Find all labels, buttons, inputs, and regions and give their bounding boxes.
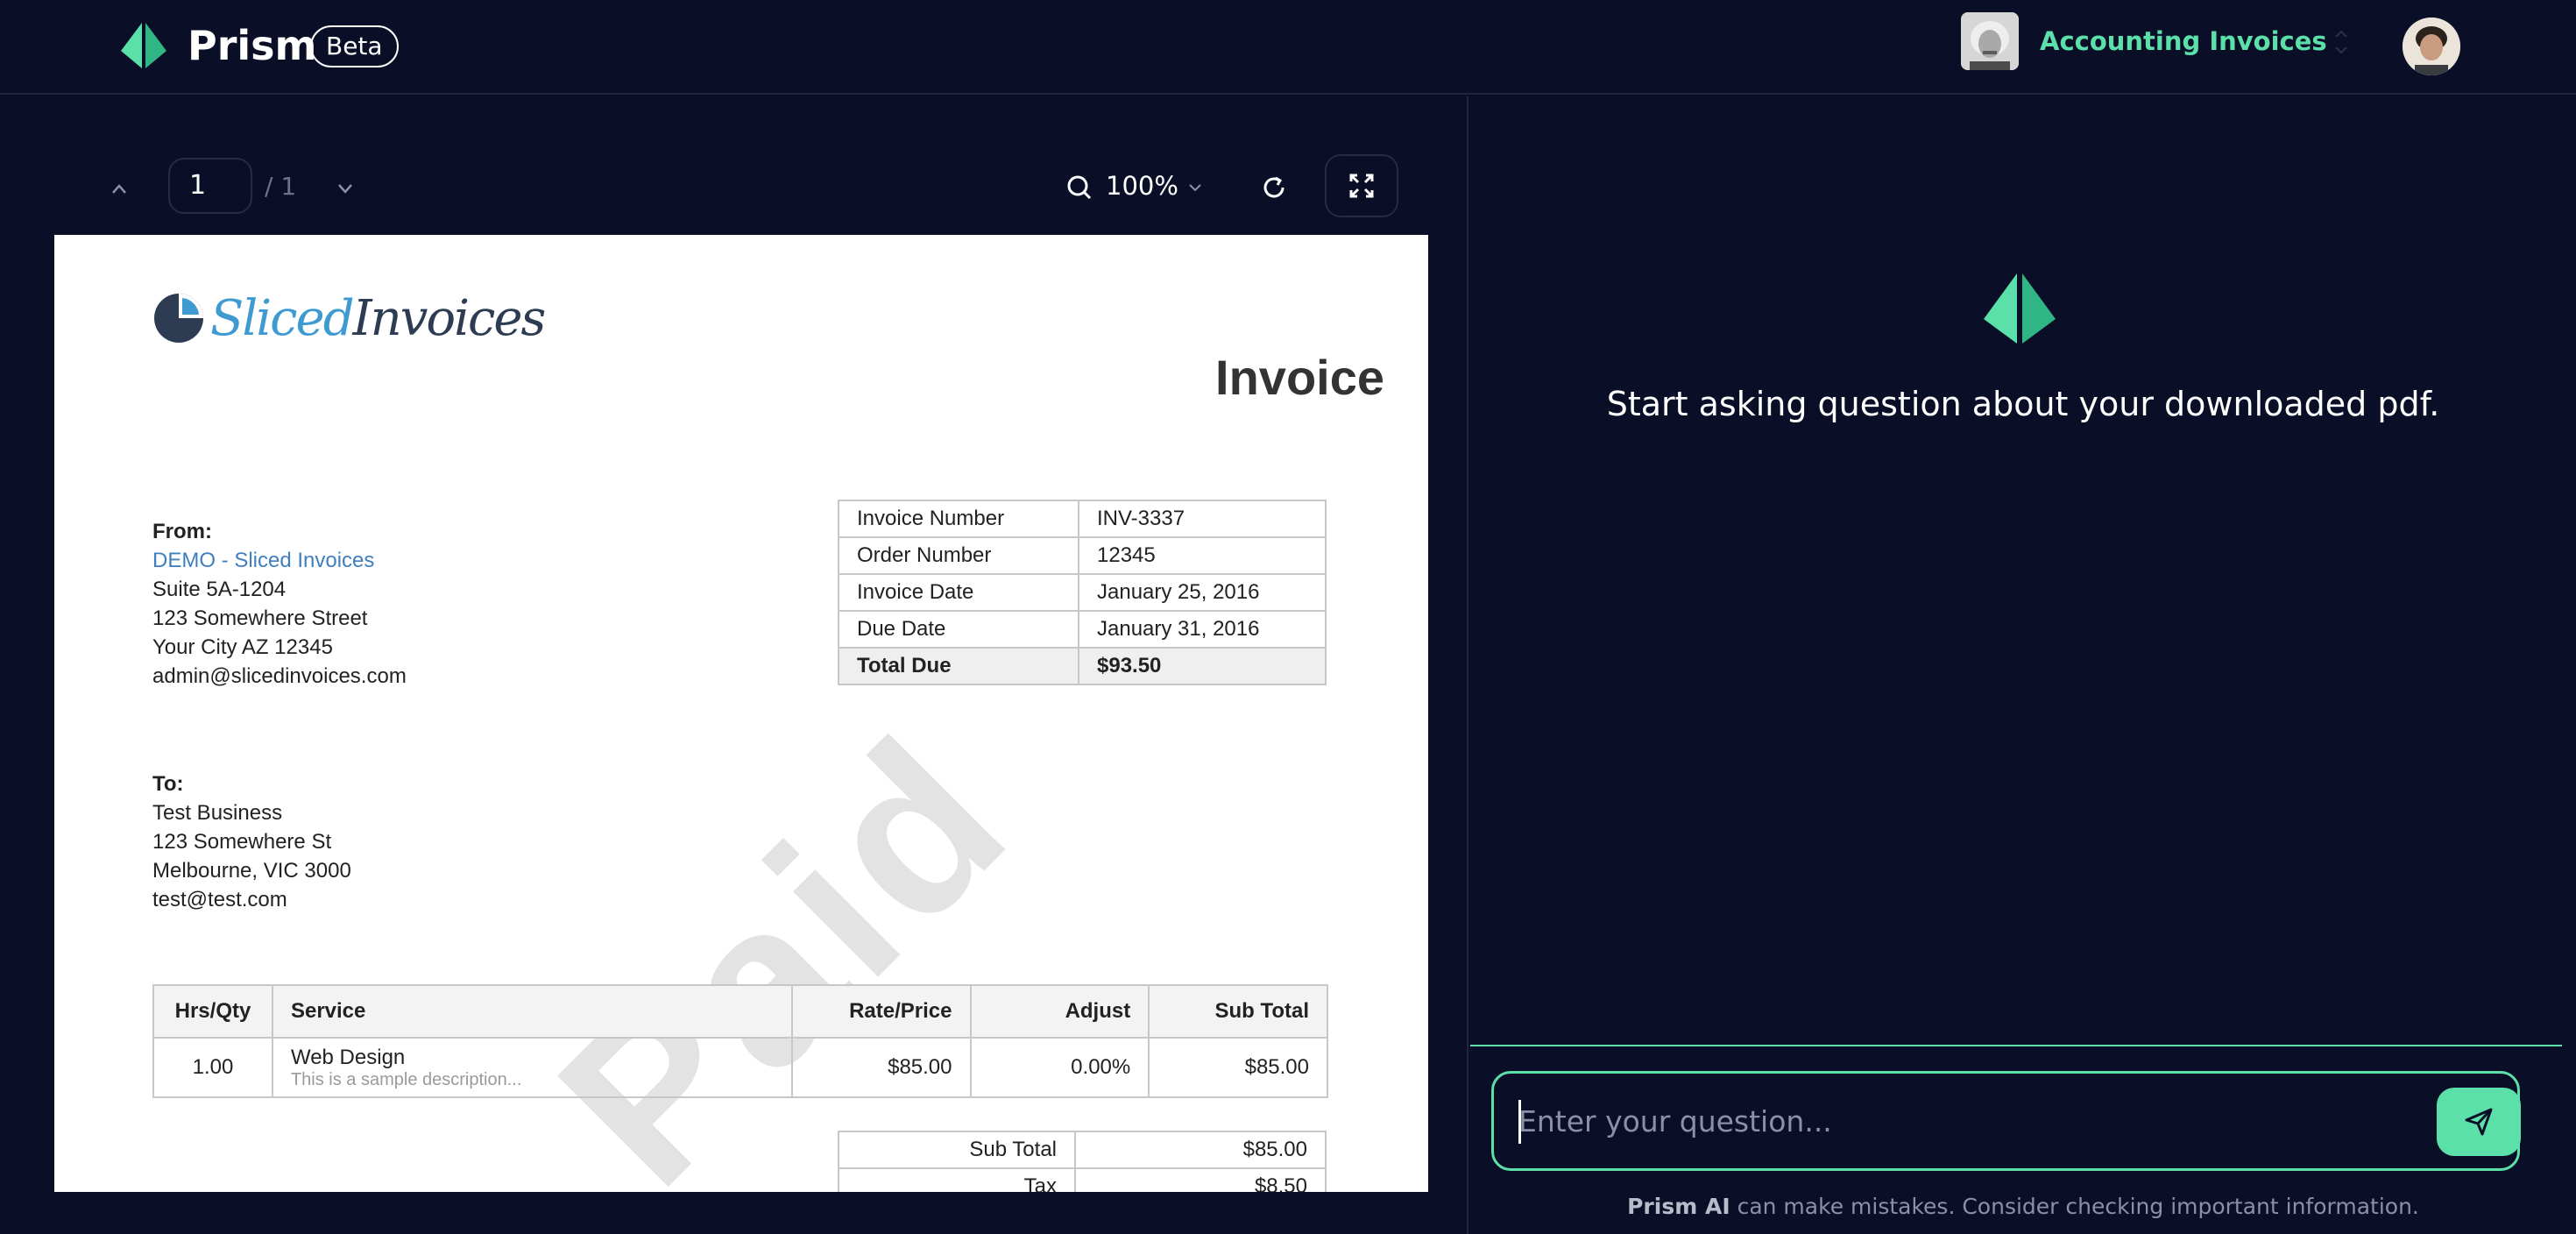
table-row: Order Number 12345 (838, 536, 1327, 575)
pie-logo-icon (154, 294, 203, 343)
item-rate: $85.00 (790, 1037, 972, 1098)
table-row: Invoice Number INV-3337 (838, 500, 1327, 538)
beta-badge: Beta (310, 25, 399, 67)
info-value: 12345 (1078, 536, 1327, 575)
from-label: From: (152, 520, 212, 543)
chat-divider (1470, 1045, 2562, 1046)
header-rate: Rate/Price (790, 984, 972, 1039)
document-title: Invoice (1215, 350, 1384, 405)
item-subtotal: $85.00 (1148, 1037, 1328, 1098)
table-row: Tax $8.50 (838, 1167, 1327, 1192)
info-label: Invoice Date (838, 573, 1079, 612)
next-page-chevron-down-icon[interactable] (329, 175, 361, 202)
totals-label: Sub Total (838, 1131, 1076, 1169)
from-company-link[interactable]: DEMO - Sliced Invoices (152, 546, 407, 575)
to-email: test@test.com (152, 888, 287, 911)
header-subtotal: Sub Total (1148, 984, 1328, 1039)
item-qty: 1.00 (152, 1037, 273, 1098)
totals-value: $8.50 (1074, 1167, 1327, 1192)
table-row: Due Date January 31, 2016 (838, 610, 1327, 649)
chat-input-container (1491, 1071, 2521, 1171)
disclaimer-text: Prism AI can make mistakes. Consider che… (1470, 1192, 2576, 1222)
zoom-chevron-down-icon[interactable] (1185, 177, 1206, 198)
chat-empty-prompt: Start asking question about your downloa… (1606, 385, 2440, 423)
line-items-table: Hrs/Qty Service Rate/Price Adjust Sub To… (152, 984, 1328, 1098)
from-line1: Suite 5A-1204 (152, 578, 287, 601)
question-input[interactable] (1518, 1096, 2377, 1145)
table-header-row: Hrs/Qty Service Rate/Price Adjust Sub To… (152, 984, 1328, 1039)
brand-name: Prism (188, 22, 317, 69)
info-label: Total Due (838, 647, 1079, 685)
top-header: Prism Beta Accounting Invoices (0, 0, 2576, 95)
info-value: January 25, 2016 (1078, 573, 1327, 612)
to-line2: Melbourne, VIC 3000 (152, 859, 351, 883)
item-service-name: Web Design (290, 1045, 406, 1069)
refresh-icon[interactable] (1256, 170, 1292, 205)
company-logo: Sliced Invoices (152, 287, 547, 349)
prism-chat-logo-icon (1984, 273, 2056, 344)
table-row: Invoice Date January 25, 2016 (838, 573, 1327, 612)
info-value: January 31, 2016 (1078, 610, 1327, 649)
text-cursor (1518, 1100, 1521, 1144)
to-name: Test Business (152, 801, 283, 825)
app-root: Prism Beta Accounting Invoices 1 / 1 100… (0, 0, 2576, 1234)
send-button[interactable] (2437, 1088, 2521, 1156)
info-label: Due Date (838, 610, 1079, 649)
info-value: INV-3337 (1078, 500, 1327, 538)
paid-watermark: Paid (512, 687, 1058, 1192)
chevron-up-down-icon[interactable] (2332, 25, 2350, 60)
logo-text-invoices: Invoices (352, 289, 547, 347)
pdf-toolbar: 1 / 1 100% (0, 96, 1468, 237)
info-value: $93.50 (1078, 647, 1327, 685)
invoice-info-table: Invoice Number INV-3337 Order Number 12345… (838, 500, 1327, 685)
to-label: To: (152, 772, 184, 796)
disclaimer-brand: Prism AI (1627, 1194, 1730, 1219)
table-row: 1.00 Web Design This is a sample descrip… (152, 1037, 1328, 1098)
pdf-page: Paid Sliced Invoices Invoice Invoice Numb… (54, 235, 1428, 1192)
zoom-level-select[interactable]: 100% (1106, 170, 1178, 202)
from-line2: 123 Somewhere Street (152, 606, 368, 630)
total-due-row: Total Due $93.50 (838, 647, 1327, 685)
page-total: / 1 (265, 172, 297, 201)
info-label: Order Number (838, 536, 1079, 575)
page-number-input[interactable]: 1 (168, 158, 252, 214)
previous-page-chevron-up-icon[interactable] (103, 175, 135, 202)
to-address: To: Test Business 123 Somewhere St Melbo… (152, 769, 351, 914)
table-row: Sub Total $85.00 (838, 1131, 1327, 1169)
user-avatar[interactable] (2403, 18, 2460, 75)
header-adjust: Adjust (969, 984, 1150, 1039)
header-qty: Hrs/Qty (152, 984, 273, 1039)
header-service: Service (271, 984, 793, 1039)
totals-table: Sub Total $85.00 Tax $8.50 (838, 1131, 1327, 1192)
from-email: admin@slicedinvoices.com (152, 664, 407, 688)
fullscreen-button[interactable] (1325, 154, 1398, 217)
project-avatar[interactable] (1961, 12, 2019, 70)
search-zoom-icon[interactable] (1062, 172, 1097, 203)
disclaimer-body: can make mistakes. Consider checking imp… (1730, 1194, 2419, 1219)
item-adjust: 0.00% (969, 1037, 1150, 1098)
chat-pane: Start asking question about your downloa… (1470, 96, 2576, 1234)
fullscreen-icon (1349, 174, 1374, 198)
info-label: Invoice Number (838, 500, 1079, 538)
from-address: From: DEMO - Sliced Invoices Suite 5A-12… (152, 517, 407, 691)
totals-value: $85.00 (1074, 1131, 1327, 1169)
totals-label: Tax (838, 1167, 1076, 1192)
logo-text-sliced: Sliced (210, 289, 355, 347)
project-selector[interactable]: Accounting Invoices (2040, 23, 2327, 60)
to-line1: 123 Somewhere St (152, 830, 332, 854)
prism-logo-icon[interactable] (119, 21, 168, 70)
item-description: This is a sample description... (290, 1069, 522, 1089)
item-service: Web Design This is a sample description.… (271, 1037, 793, 1098)
pdf-viewer-pane: 1 / 1 100% Paid Sliced Invoices Invoice … (0, 96, 1468, 1234)
from-line3: Your City AZ 12345 (152, 635, 333, 659)
send-icon (2465, 1108, 2493, 1136)
